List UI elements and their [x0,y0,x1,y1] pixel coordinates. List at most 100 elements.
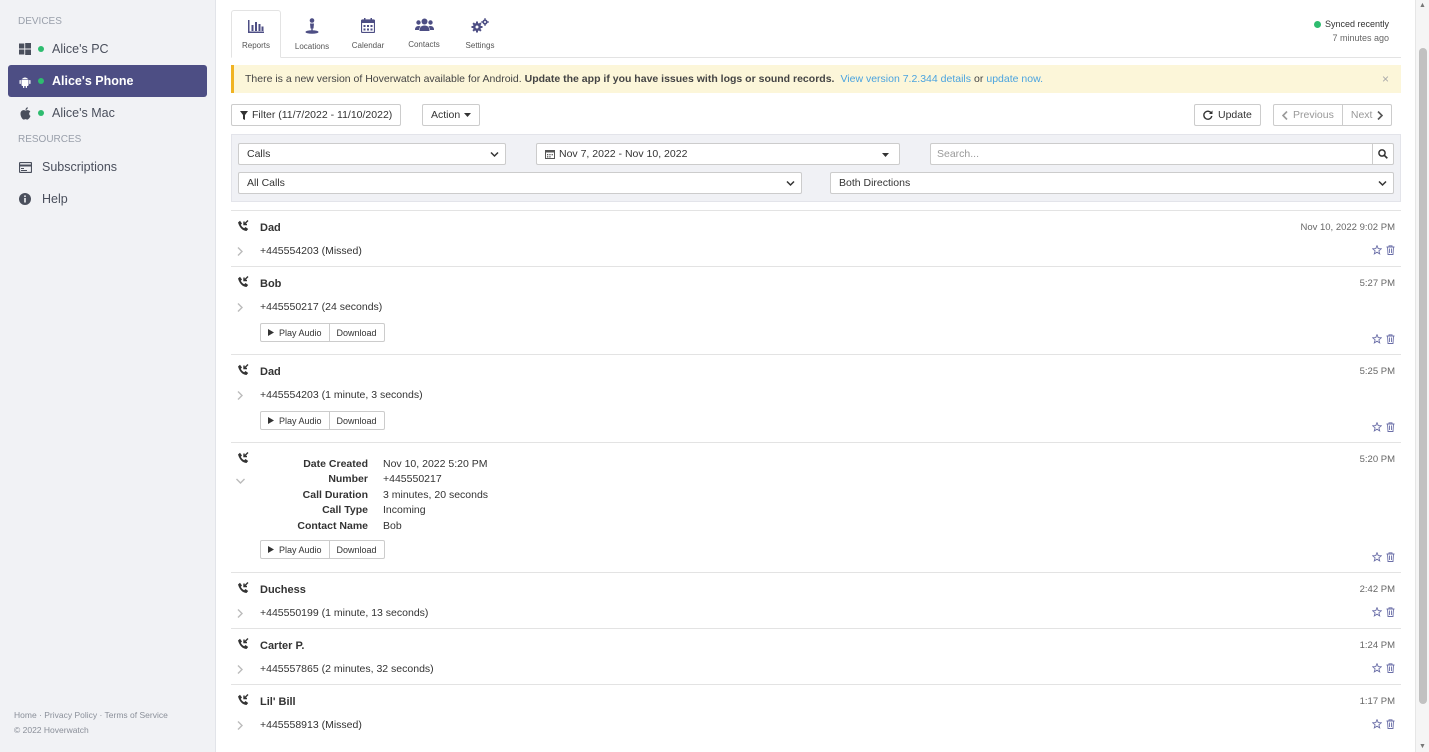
close-icon[interactable]: × [1382,72,1389,86]
detail-key: Call Type [322,504,368,517]
call-row[interactable]: Bob 5:27 PM +445550217 (24 seconds) Play… [231,266,1401,354]
row-actions [1372,607,1395,617]
call-row[interactable]: Lil' Bill 1:17 PM +445558913 (Missed) [231,684,1401,740]
star-icon[interactable] [1372,607,1382,617]
sidebar-item-alices-pc[interactable]: Alice's PC [0,33,215,65]
incoming-call-icon [238,694,249,705]
sync-status: Synced recently 7 minutes ago [1313,19,1389,43]
detail-key: Call Duration [302,488,368,501]
download-label: Download [336,544,377,555]
sidebar-item-alices-mac[interactable]: Alice's Mac [0,97,215,129]
scroll-up-icon[interactable]: ▲ [1419,2,1426,9]
download-button[interactable]: Download [329,323,385,342]
detail-row: Contact Name Bob [260,519,488,534]
resources-header: RESOURCES [18,134,82,145]
scrollbar-thumb[interactable] [1419,48,1427,704]
call-row[interactable]: Duchess 2:42 PM +445550199 (1 minute, 13… [231,572,1401,628]
download-button[interactable]: Download [329,411,385,430]
trash-icon[interactable] [1386,607,1395,617]
view-version-link[interactable]: View version 7.2.344 details [840,73,971,85]
call-details: Date Created Nov 10, 2022 5:20 PM Number +… [260,457,488,534]
action-button[interactable]: Action [422,104,481,126]
chevron-right-icon[interactable] [237,247,243,256]
call-row-expanded[interactable]: 5:20 PM Date Created Nov 10, 2022 5:20 PM… [231,442,1401,572]
trash-icon[interactable] [1386,245,1395,255]
star-icon[interactable] [1372,334,1382,344]
call-row[interactable]: Carter P. 1:24 PM +445557865 (2 minutes,… [231,628,1401,684]
sidebar-item-help[interactable]: Help [0,183,215,215]
chevron-right-icon[interactable] [237,721,243,730]
star-icon[interactable] [1372,719,1382,729]
audio-controls: Play Audio Download [260,540,385,559]
tab-contacts[interactable]: Contacts [399,9,449,57]
chevron-down-icon [1378,180,1387,187]
direction-select[interactable]: Both Directions [830,172,1394,194]
status-dot [38,110,44,116]
location-icon [305,18,319,34]
date-range-select[interactable]: Nov 7, 2022 - Nov 10, 2022 [536,143,900,165]
star-icon[interactable] [1372,245,1382,255]
call-row[interactable]: Dad 5:25 PM +445554203 (1 minute, 3 seco… [231,354,1401,442]
chevron-right-icon[interactable] [237,665,243,674]
tab-calendar[interactable]: Calendar [343,9,393,57]
row-actions [1372,422,1395,432]
star-icon[interactable] [1372,663,1382,673]
filter-button[interactable]: Filter (11/7/2022 - 11/10/2022) [231,104,402,126]
calendar-icon [545,150,555,159]
chevron-right-icon[interactable] [237,391,243,400]
play-audio-button[interactable]: Play Audio [260,411,330,430]
sidebar-item-subscriptions[interactable]: Subscriptions [0,151,215,183]
search-input[interactable] [930,143,1372,165]
tab-locations[interactable]: Locations [287,9,337,57]
tab-label: Settings [465,41,495,50]
audio-controls: Play Audio Download [260,411,385,430]
call-filter-value: All Calls [247,177,285,189]
next-label: Next [1350,109,1373,121]
sync-dot [1313,20,1321,28]
call-row[interactable]: Dad Nov 10, 2022 9:02 PM +445554203 (Mis… [231,210,1401,266]
play-audio-button[interactable]: Play Audio [260,540,330,559]
banner-or: or [974,73,984,85]
report-type-select[interactable]: Calls [238,143,506,165]
star-icon[interactable] [1372,422,1382,432]
search-button[interactable] [1372,143,1394,165]
tab-reports[interactable]: Reports [231,10,281,58]
trash-icon[interactable] [1386,552,1395,562]
star-icon[interactable] [1372,552,1382,562]
previous-button[interactable]: Previous [1273,104,1343,126]
download-button[interactable]: Download [329,540,385,559]
incoming-call-icon [238,638,249,649]
call-detail: +445554203 (1 minute, 3 seconds) [260,389,423,401]
sidebar-item-alices-phone[interactable]: Alice's Phone [8,65,207,97]
chevron-down-icon [490,151,499,158]
search-icon [1378,149,1388,159]
update-now-link[interactable]: update now. [986,73,1043,85]
update-button[interactable]: Update [1194,104,1261,126]
detail-key: Number [328,473,368,486]
detail-row: Call Type Incoming [260,503,488,518]
row-actions [1372,334,1395,344]
trash-icon[interactable] [1386,663,1395,673]
call-detail: +445557865 (2 minutes, 32 seconds) [260,663,434,675]
play-icon [268,417,274,424]
chevron-right-icon[interactable] [237,609,243,618]
scroll-down-icon[interactable]: ▼ [1419,743,1426,750]
sidebar-footer: Home · Privacy Policy · Terms of Service… [14,708,168,738]
update-label: Update [1218,109,1252,121]
row-actions [1372,719,1395,729]
chevron-right-icon[interactable] [237,303,243,312]
scrollbar[interactable]: ▲ ▼ [1415,0,1429,752]
tab-settings[interactable]: Settings [455,9,505,57]
trash-icon[interactable] [1386,334,1395,344]
call-filter-select[interactable]: All Calls [238,172,802,194]
trash-icon[interactable] [1386,719,1395,729]
detail-row: Number +445550217 [260,472,488,487]
play-audio-label: Play Audio [279,544,322,555]
sidebar: DEVICES Alice's PC Alice's Phone Alice's… [0,0,216,752]
trash-icon[interactable] [1386,422,1395,432]
footer-links[interactable]: Home · Privacy Policy · Terms of Service [14,708,168,723]
chevron-down-icon[interactable] [236,478,245,484]
contact-name: Duchess [260,584,306,596]
next-button[interactable]: Next [1342,104,1393,126]
play-audio-button[interactable]: Play Audio [260,323,330,342]
